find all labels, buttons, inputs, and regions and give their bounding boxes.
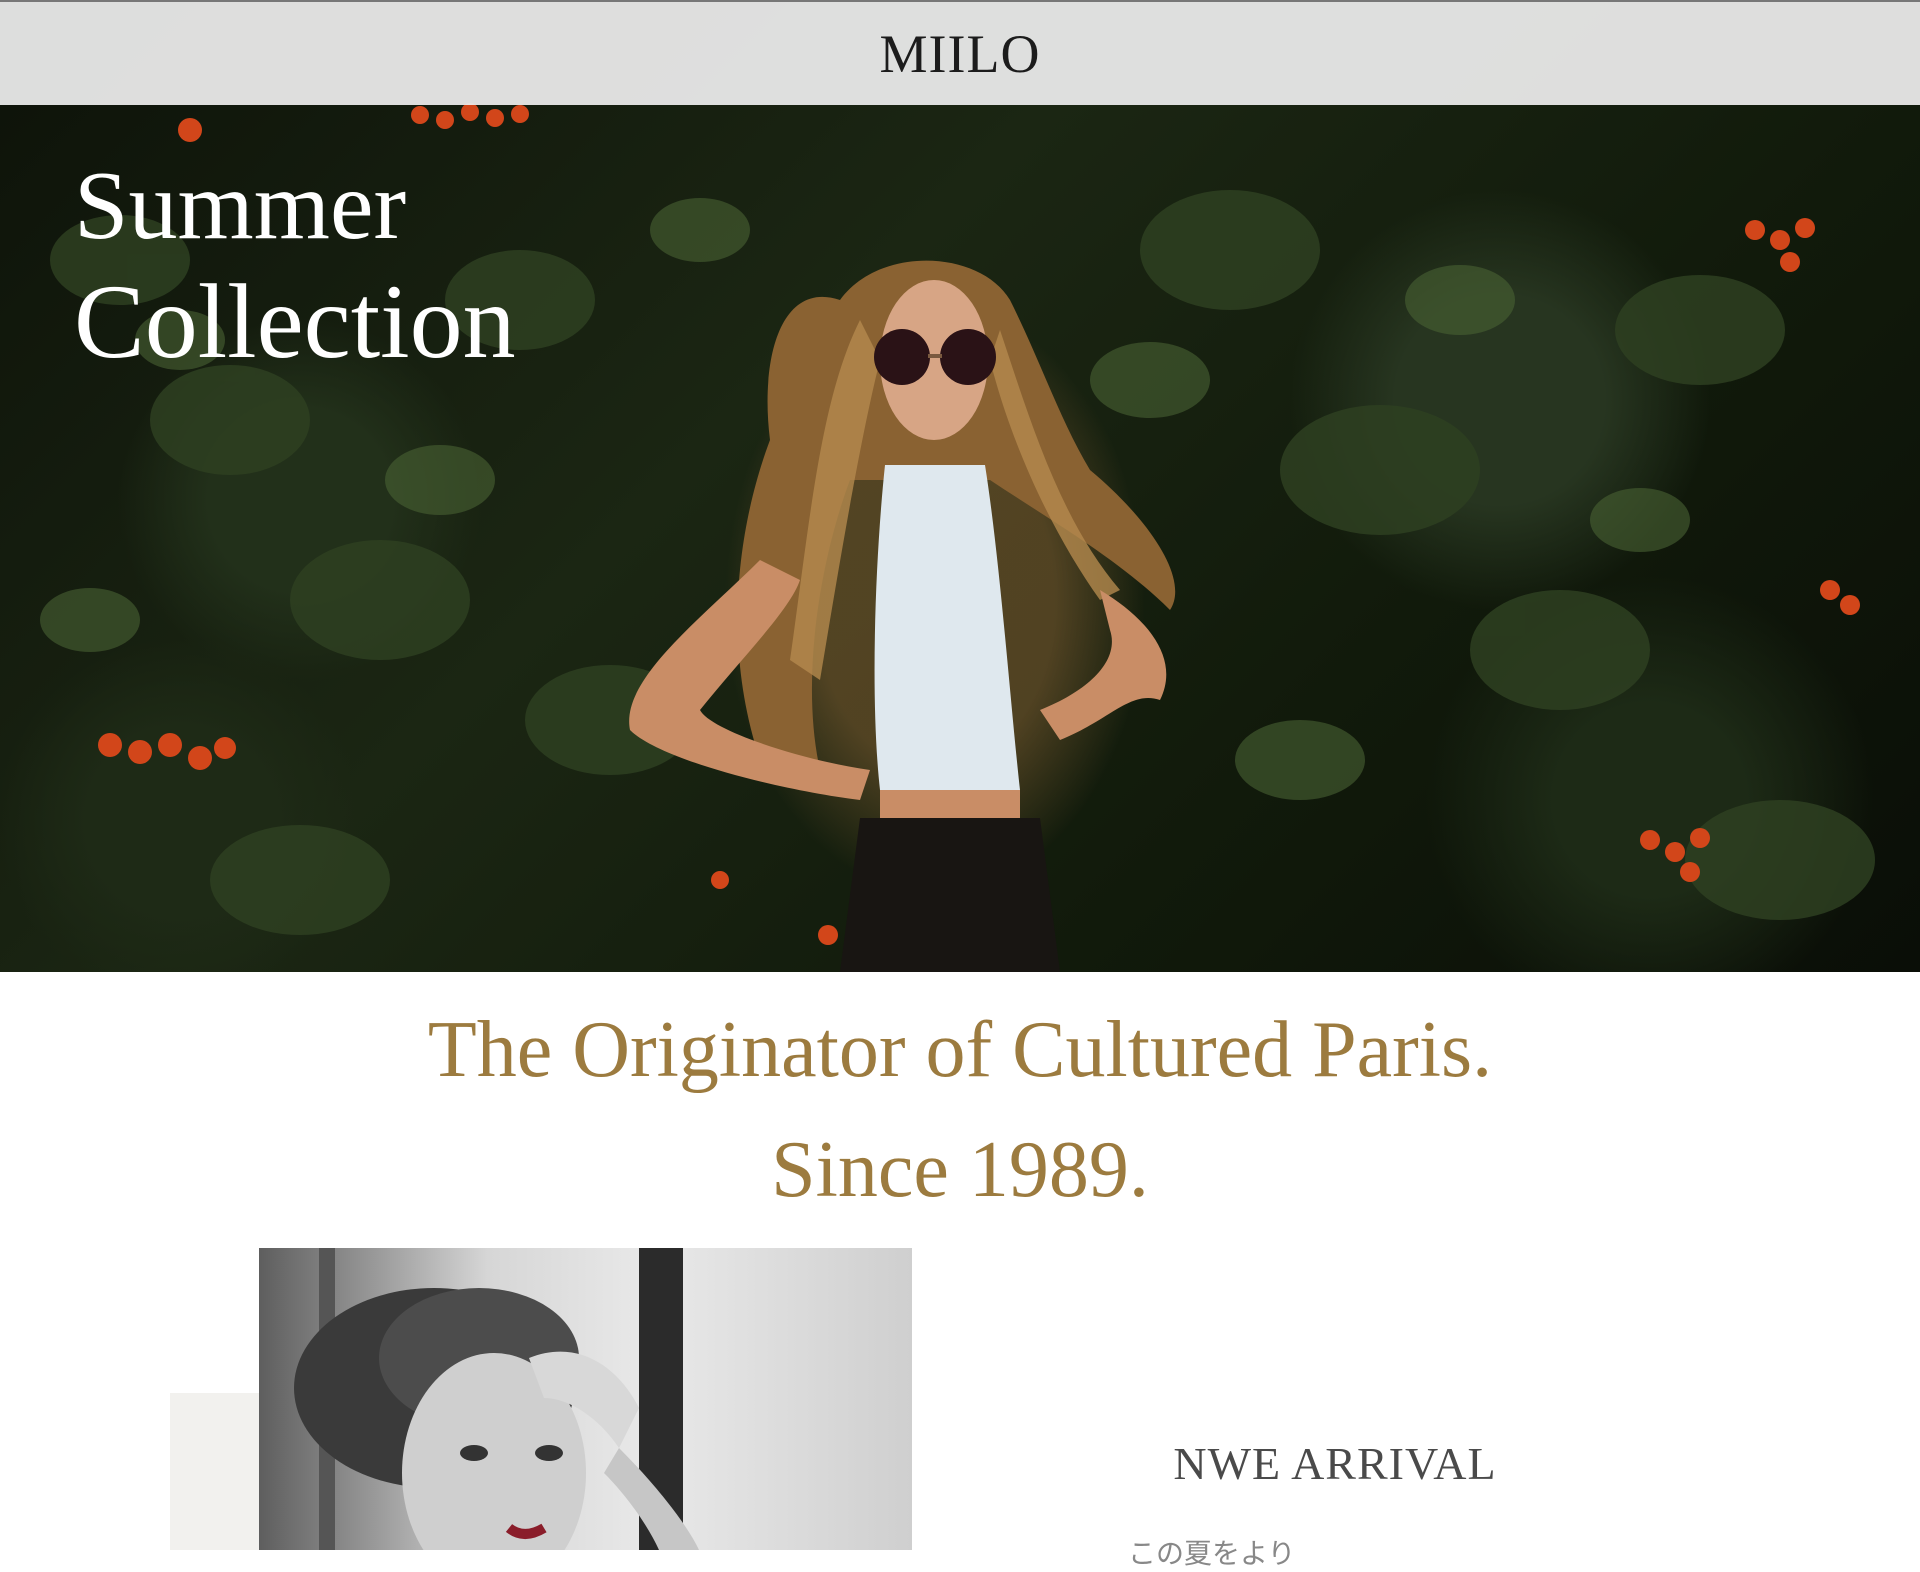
hero-title-line2: Collection — [74, 263, 516, 380]
hero-banner: Summer Collection — [0, 0, 1920, 972]
tagline-line2: Since 1989. — [771, 1126, 1149, 1214]
site-logo[interactable]: MIILO — [880, 23, 1041, 85]
brand-tagline: The Originator of Cultured Paris. Since … — [0, 990, 1920, 1230]
site-header: MIILO — [0, 0, 1920, 105]
feature-portrait — [294, 1248, 699, 1550]
feature-image[interactable] — [259, 1248, 912, 1550]
new-arrival-text: この夏をより — [1128, 1537, 1296, 1570]
feature-backdrop — [170, 1393, 266, 1550]
hero-title: Summer Collection — [74, 150, 516, 382]
hero-image — [40, 103, 1875, 972]
hero-title-line1: Summer — [74, 152, 407, 260]
new-arrival-heading: NWE ARRIVAL — [1173, 1438, 1497, 1489]
tagline-line1: The Originator of Cultured Paris. — [427, 1006, 1493, 1094]
